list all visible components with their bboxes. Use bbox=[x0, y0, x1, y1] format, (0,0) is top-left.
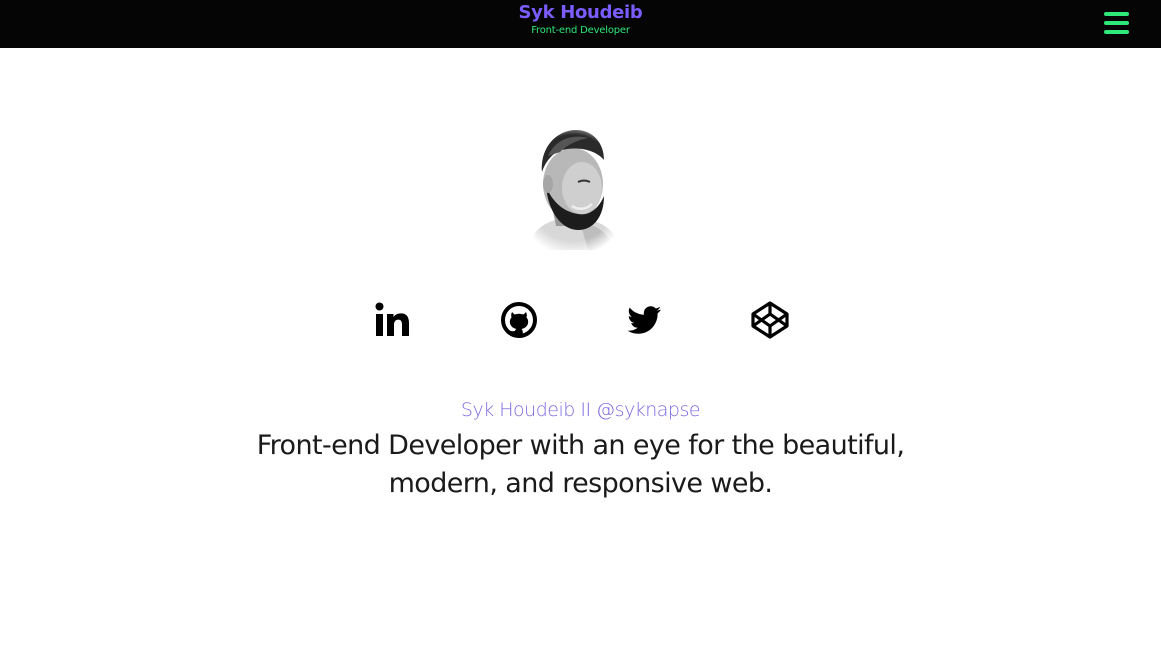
intro-tagline: Front-end Developer with an eye for the … bbox=[256, 430, 905, 499]
menu-line bbox=[1104, 21, 1129, 25]
social-links bbox=[0, 300, 1161, 344]
twitter-icon[interactable] bbox=[624, 300, 664, 340]
top-navigation-bar: Syk Houdeib Front-end Developer bbox=[0, 0, 1161, 48]
menu-line bbox=[1104, 12, 1129, 16]
github-icon[interactable] bbox=[499, 300, 539, 340]
brand-subtitle: Front-end Developer bbox=[531, 25, 630, 36]
hamburger-menu-icon[interactable] bbox=[1104, 12, 1129, 34]
brand-name[interactable]: Syk Houdeib bbox=[0, 2, 1161, 24]
codepen-icon[interactable] bbox=[750, 300, 790, 340]
linkedin-icon[interactable] bbox=[373, 300, 413, 340]
author-handle: Syk Houdeib II @syknapse bbox=[460, 399, 701, 421]
profile-photo bbox=[518, 126, 628, 250]
brand[interactable]: Syk Houdeib Front-end Developer bbox=[0, 2, 1161, 38]
menu-line bbox=[1104, 30, 1129, 34]
